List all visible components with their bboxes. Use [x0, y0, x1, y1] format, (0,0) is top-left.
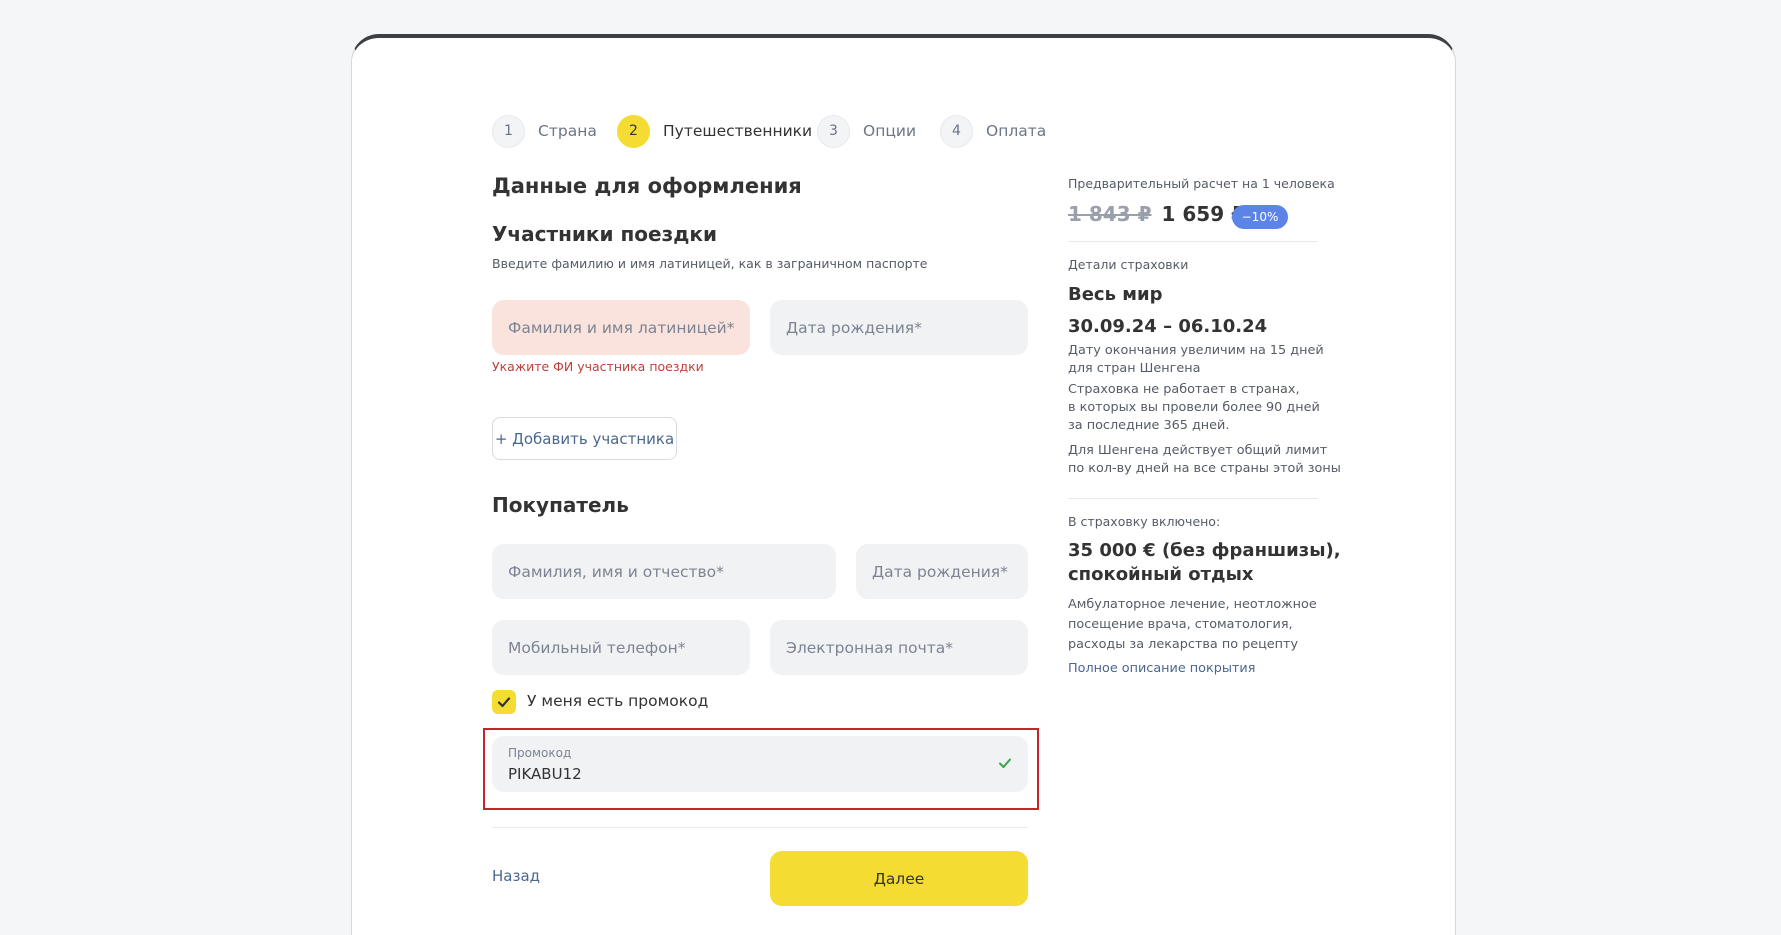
note-line: Страховка не работает в странах,: [1068, 382, 1300, 397]
buyer-fullname-input[interactable]: Фамилия, имя и отчество*: [492, 544, 836, 599]
promo-field-value: PIKABU12: [508, 765, 582, 783]
participant-dob-input[interactable]: Дата рождения*: [770, 300, 1028, 355]
summary-divider: [1068, 498, 1318, 499]
checkout-card: 1 Страна 2 Путешественники 3 Опции 4 Опл…: [351, 34, 1456, 935]
step-travelers[interactable]: 2 Путешественники: [617, 114, 812, 148]
valid-check-icon: [999, 758, 1011, 768]
step-options[interactable]: 3 Опции: [817, 114, 916, 148]
email-input[interactable]: Электронная почта*: [770, 620, 1028, 675]
note-line: за последние 365 дней.: [1068, 418, 1230, 433]
coverage-description: Амбулаторное лечение, неотложное посещен…: [1068, 595, 1317, 655]
coverage-restriction-note: Страховка не работает в странах, в котор…: [1068, 381, 1320, 435]
included-label: В страховку включено:: [1068, 514, 1221, 529]
note-line: в которых вы провели более 90 дней: [1068, 400, 1320, 415]
participants-title: Участники поездки: [492, 222, 717, 246]
coverage-desc-line: расходы за лекарства по рецепту: [1068, 637, 1299, 652]
participant-error: Укажите ФИ участника поездки: [492, 359, 704, 374]
coverage-desc-line: Амбулаторное лечение, неотложное: [1068, 597, 1317, 612]
summary-divider: [1068, 241, 1318, 242]
phone-input[interactable]: Мобильный телефон*: [492, 620, 750, 675]
back-link[interactable]: Назад: [492, 867, 540, 885]
promo-checkbox-label: У меня есть промокод: [527, 692, 709, 710]
coverage-desc-line: посещение врача, стоматология,: [1068, 617, 1293, 632]
note-line: Для Шенгена действует общий лимит: [1068, 443, 1328, 458]
step-label: Путешественники: [663, 122, 813, 140]
price-row: 1 843 ₽ 1 659 ₽: [1068, 202, 1245, 226]
step-number: 3: [817, 114, 850, 148]
discount-badge: −10%: [1232, 205, 1288, 229]
note-line: для стран Шенгена: [1068, 361, 1201, 376]
old-price: 1 843 ₽: [1068, 202, 1152, 226]
participant-name-input[interactable]: Фамилия и имя латиницей*: [492, 300, 750, 355]
form-divider: [492, 827, 1028, 828]
step-number: 2: [617, 114, 650, 148]
promo-code-input[interactable]: Промокод PIKABU12: [492, 736, 1028, 792]
checkmark-icon: [497, 697, 511, 708]
step-label: Оплата: [986, 122, 1047, 140]
buyer-dob-input[interactable]: Дата рождения*: [856, 544, 1028, 599]
coverage-line: спокойный отдых: [1068, 564, 1254, 585]
note-line: по кол-ву дней на все страны этой зоны: [1068, 461, 1341, 476]
coverage-line: 35 000 € (без франшизы),: [1068, 540, 1341, 561]
add-participant-button[interactable]: + Добавить участника: [492, 417, 677, 460]
promo-field-label: Промокод: [508, 746, 572, 760]
step-number: 1: [492, 114, 525, 148]
schengen-extension-note: Дату окончания увеличим на 15 дней для с…: [1068, 342, 1324, 378]
participants-hint: Введите фамилию и имя латиницей, как в з…: [492, 256, 928, 271]
step-label: Страна: [538, 122, 597, 140]
step-country[interactable]: 1 Страна: [492, 114, 597, 148]
buyer-title: Покупатель: [492, 493, 629, 517]
note-line: Дату окончания увеличим на 15 дней: [1068, 343, 1324, 358]
promo-checkbox[interactable]: [492, 690, 516, 714]
page-title: Данные для оформления: [492, 174, 802, 198]
estimate-label: Предварительный расчет на 1 человека: [1068, 176, 1335, 191]
step-number: 4: [940, 114, 973, 148]
full-coverage-link[interactable]: Полное описание покрытия: [1068, 661, 1255, 676]
step-label: Опции: [863, 122, 917, 140]
coverage-amount: 35 000 € (без франшизы), спокойный отдых: [1068, 539, 1341, 587]
schengen-limit-note: Для Шенгена действует общий лимит по кол…: [1068, 442, 1341, 478]
step-payment[interactable]: 4 Оплата: [940, 114, 1046, 148]
region-title: Весь мир: [1068, 284, 1163, 305]
insurance-dates: 30.09.24 – 06.10.24: [1068, 316, 1268, 337]
details-label: Детали страховки: [1068, 257, 1189, 272]
next-button[interactable]: Далее: [770, 851, 1028, 906]
